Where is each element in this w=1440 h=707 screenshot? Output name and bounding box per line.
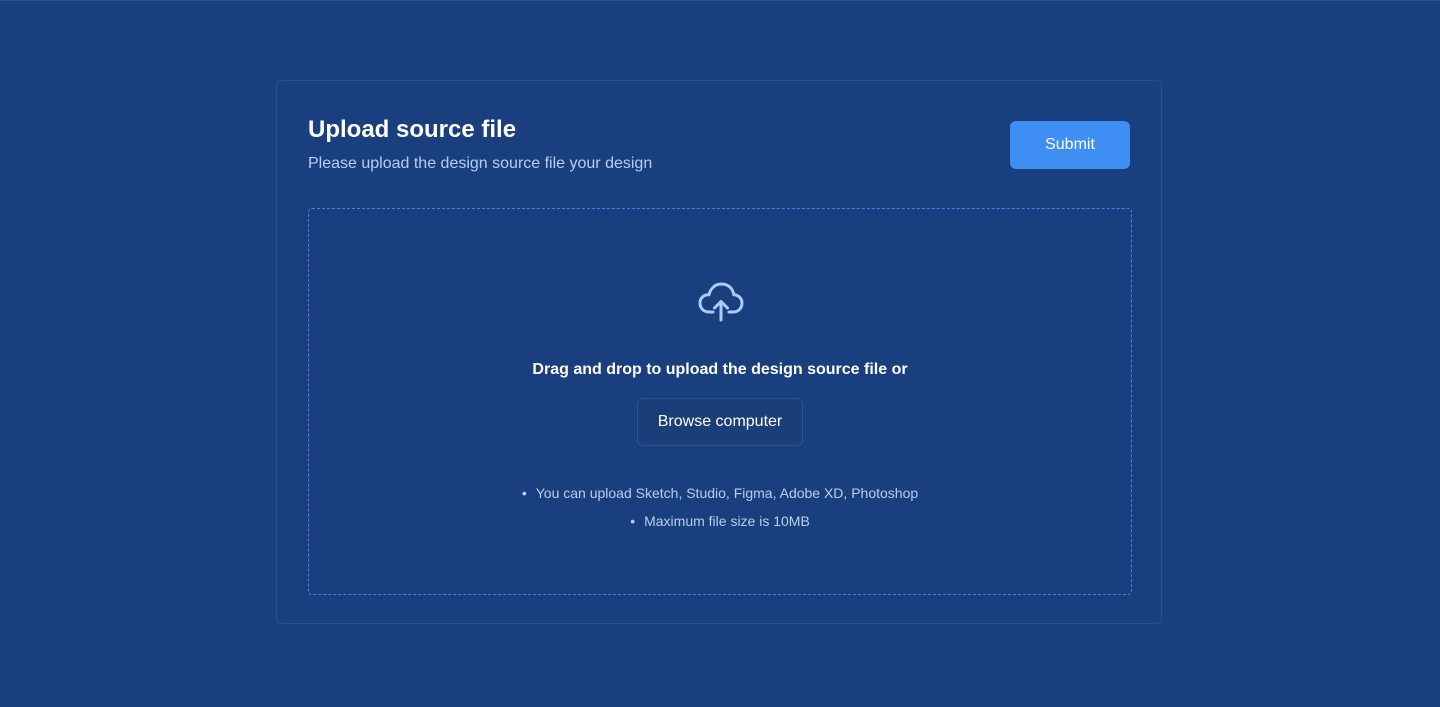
page-subtitle: Please upload the design source file you… (308, 155, 653, 172)
upload-note-formats: You can upload Sketch, Studio, Figma, Ad… (535, 485, 919, 501)
bullet-icon: • (521, 485, 527, 501)
browse-computer-button[interactable]: Browse computer (637, 398, 803, 446)
upload-notes-list: • You can upload Sketch, Studio, Figma, A… (309, 479, 1131, 535)
drag-drop-text: Drag and drop to upload the design sourc… (532, 361, 908, 378)
file-dropzone[interactable]: Drag and drop to upload the design sourc… (308, 208, 1132, 595)
list-item: • Maximum file size is 10MB (309, 507, 1131, 535)
top-divider (0, 0, 1440, 1)
bullet-icon: • (630, 513, 636, 529)
upload-header: Upload source file Please upload the des… (308, 115, 808, 174)
cloud-upload-icon (698, 282, 744, 322)
list-item: • You can upload Sketch, Studio, Figma, A… (309, 479, 1131, 507)
upload-card: Upload source file Please upload the des… (276, 80, 1162, 624)
upload-note-size: Maximum file size is 10MB (644, 513, 810, 529)
page-title: Upload source file (308, 116, 517, 143)
submit-button[interactable]: Submit (1010, 121, 1130, 169)
